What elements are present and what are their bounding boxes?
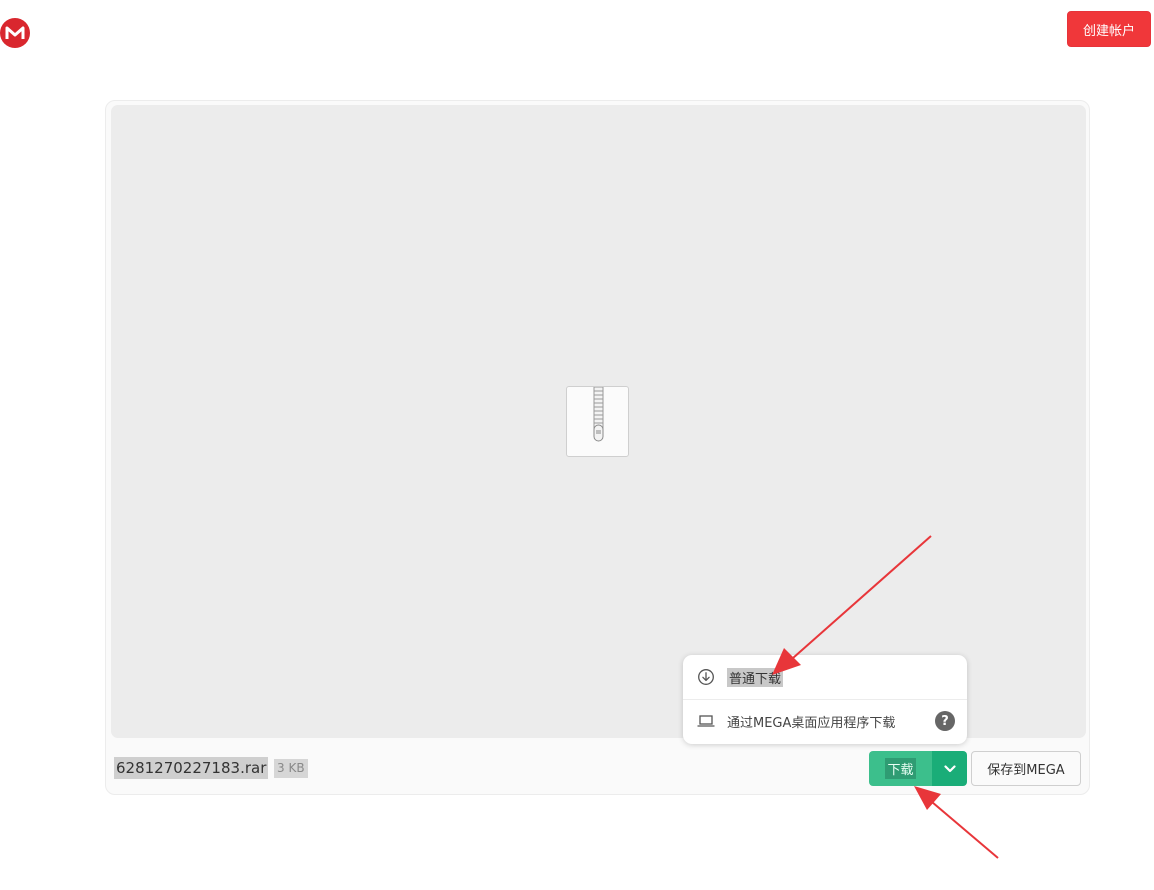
save-to-mega-button[interactable]: 保存到MEGA bbox=[971, 751, 1081, 786]
menu-item-desktop-app-download[interactable]: 通过MEGA桌面应用程序下载 ? bbox=[683, 699, 967, 743]
annotation-arrow-download bbox=[914, 786, 999, 859]
create-account-button[interactable]: 创建帐户 bbox=[1067, 11, 1151, 47]
download-circle-icon bbox=[698, 669, 714, 685]
menu-item-label: 普通下载 bbox=[727, 667, 784, 687]
download-options-toggle[interactable] bbox=[932, 751, 967, 786]
mega-logo-icon[interactable] bbox=[0, 18, 30, 48]
download-button-label: 下载 bbox=[885, 758, 916, 779]
chevron-down-icon bbox=[943, 764, 956, 772]
file-size-badge: 3 KB bbox=[274, 759, 308, 778]
menu-item-label: 通过MEGA桌面应用程序下载 bbox=[727, 715, 896, 731]
laptop-icon bbox=[697, 715, 715, 727]
file-name: 6281270227183.rar bbox=[114, 757, 269, 779]
download-button[interactable]: 下载 bbox=[869, 751, 932, 786]
zip-archive-icon bbox=[566, 386, 629, 457]
download-options-menu: 普通下载 通过MEGA桌面应用程序下载 ? bbox=[683, 655, 967, 744]
mega-m-glyph bbox=[5, 26, 25, 39]
help-icon[interactable]: ? bbox=[935, 711, 955, 731]
menu-item-standard-download[interactable]: 普通下载 bbox=[683, 655, 967, 700]
